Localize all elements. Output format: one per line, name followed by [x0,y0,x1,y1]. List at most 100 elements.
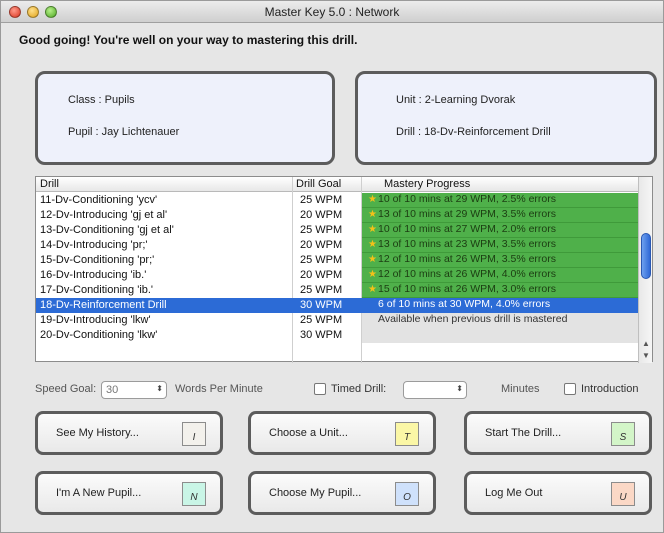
drill-cell: 13-Dv-Conditioning 'gj et al' [40,224,174,236]
table-scrollbar[interactable]: ▲ ▼ [638,177,652,363]
progress-text: 13 of 10 mins at 29 WPM, 3.5% errors [378,208,556,220]
column-header-drill[interactable]: Drill [40,178,59,190]
stepper-arrows-icon[interactable]: ⬍ [456,384,463,393]
unit-line: Unit : 2-Learning Dvorak [396,94,516,106]
introduction-checkbox[interactable] [564,383,576,395]
goal-cell: 25 WPM [300,194,343,206]
title-bar[interactable]: Master Key 5.0 : Network [1,1,663,23]
progress-text: 12 of 10 mins at 26 WPM, 3.5% errors [378,253,556,265]
shortcut-key-badge: U [611,482,635,506]
new-pupil-button[interactable]: I'm A New Pupil... N [35,471,223,515]
scroll-thumb[interactable] [641,233,651,279]
speed-goal-value: 30 [106,384,119,396]
see-history-button[interactable]: See My History... I [35,411,223,455]
progress-cell: Available when previous drill is mastere… [362,313,640,328]
shortcut-key-badge: N [182,482,206,506]
button-label: Start The Drill... [485,427,562,439]
star-icon: ★ [368,284,377,295]
speed-goal-stepper[interactable]: 30 ⬍ [101,381,167,399]
log-out-button[interactable]: Log Me Out U [464,471,652,515]
goal-cell: 20 WPM [300,239,343,251]
introduction-label: Introduction [581,383,639,395]
button-label: I'm A New Pupil... [56,487,142,499]
drill-cell: 17-Dv-Conditioning 'ib.' [40,284,154,296]
star-icon: ★ [368,269,377,280]
timed-drill-label: Timed Drill: [331,383,387,395]
drill-cell: 16-Dv-Introducing 'ib.' [40,269,147,281]
star-icon: ★ [368,239,377,250]
start-drill-button[interactable]: Start The Drill... S [464,411,652,455]
goal-cell: 30 WPM [300,329,343,341]
table-row[interactable]: 19-Dv-Introducing 'lkw' 25 WPM Available… [36,313,640,328]
stepper-arrows-icon[interactable]: ⬍ [156,384,163,393]
pupil-line: Pupil : Jay Lichtenauer [68,126,180,138]
goal-cell: 20 WPM [300,269,343,281]
progress-cell [362,328,640,343]
goal-cell: 20 WPM [300,209,343,221]
shortcut-key-badge: S [611,422,635,446]
progress-text: 10 of 10 mins at 29 WPM, 2.5% errors [378,193,556,205]
progress-text: Available when previous drill is mastere… [378,313,568,325]
choose-unit-button[interactable]: Choose a Unit... T [248,411,436,455]
table-row[interactable]: 12-Dv-Introducing 'gj et al' 20 WPM ★13 … [36,208,640,223]
progress-cell: ★12 of 10 mins at 26 WPM, 4.0% errors [362,268,640,283]
shortcut-key-badge: O [395,482,419,506]
progress-text: 6 of 10 mins at 30 WPM, 4.0% errors [378,298,551,310]
timed-drill-checkbox[interactable] [314,383,326,395]
progress-text: 15 of 10 mins at 26 WPM, 3.0% errors [378,283,556,295]
class-line: Class : Pupils [68,94,135,106]
shortcut-key-badge: T [395,422,419,446]
goal-cell: 25 WPM [300,254,343,266]
star-icon: ★ [368,254,377,265]
table-row[interactable]: 16-Dv-Introducing 'ib.' 20 WPM ★12 of 10… [36,268,640,283]
progress-cell: 6 of 10 mins at 30 WPM, 4.0% errors [362,298,640,313]
progress-text: 12 of 10 mins at 26 WPM, 4.0% errors [378,268,556,280]
button-label: Choose My Pupil... [269,487,362,499]
progress-cell: ★15 of 10 mins at 26 WPM, 3.0% errors [362,283,640,298]
shortcut-key-badge: I [182,422,206,446]
drill-options: Speed Goal: 30 ⬍ Words Per Minute Timed … [35,381,655,399]
button-label: Choose a Unit... [269,427,348,439]
table-row[interactable]: 17-Dv-Conditioning 'ib.' 25 WPM ★15 of 1… [36,283,640,298]
goal-cell: 25 WPM [300,284,343,296]
drill-cell: 19-Dv-Introducing 'lkw' [40,314,151,326]
goal-cell: 25 WPM [300,314,343,326]
column-header-progress[interactable]: Mastery Progress [384,178,470,190]
app-window: Master Key 5.0 : Network Good going! You… [0,0,664,533]
status-message: Good going! You're well on your way to m… [19,33,358,47]
table-rows: 11-Dv-Conditioning 'ycv' 25 WPM ★10 of 1… [36,193,640,343]
progress-text: 13 of 10 mins at 23 WPM, 3.5% errors [378,238,556,250]
minutes-label: Minutes [501,383,540,395]
class-pupil-panel: Class : Pupils Pupil : Jay Lichtenauer [35,71,335,165]
table-row[interactable]: 15-Dv-Conditioning 'pr;' 25 WPM ★12 of 1… [36,253,640,268]
drill-cell: 20-Dv-Conditioning 'lkw' [40,329,158,341]
goal-cell: 25 WPM [300,224,343,236]
speed-goal-label: Speed Goal: [35,383,97,395]
drill-line: Drill : 18-Dv-Reinforcement Drill [396,126,551,138]
table-header: Drill Drill Goal Mastery Progress [36,177,640,192]
column-header-goal[interactable]: Drill Goal [296,178,341,190]
star-icon: ★ [368,209,377,220]
progress-cell: ★13 of 10 mins at 29 WPM, 3.5% errors [362,208,640,223]
progress-text: 10 of 10 mins at 27 WPM, 2.0% errors [378,223,556,235]
drill-cell: 11-Dv-Conditioning 'ycv' [40,194,158,206]
table-row[interactable]: 14-Dv-Introducing 'pr;' 20 WPM ★13 of 10… [36,238,640,253]
drill-cell: 18-Dv-Reinforcement Drill [40,299,167,311]
button-label: See My History... [56,427,139,439]
minutes-stepper[interactable]: ⬍ [403,381,467,399]
table-row[interactable]: 11-Dv-Conditioning 'ycv' 25 WPM ★10 of 1… [36,193,640,208]
table-row-selected[interactable]: 18-Dv-Reinforcement Drill 30 WPM 6 of 10… [36,298,640,313]
drill-cell: 14-Dv-Introducing 'pr;' [40,239,148,251]
drill-table: Drill Drill Goal Mastery Progress 11-Dv-… [35,176,653,363]
star-icon: ★ [368,224,377,235]
window-title: Master Key 5.0 : Network [264,5,400,19]
choose-pupil-button[interactable]: Choose My Pupil... O [248,471,436,515]
progress-cell: ★12 of 10 mins at 26 WPM, 3.5% errors [362,253,640,268]
table-row[interactable]: 13-Dv-Conditioning 'gj et al' 25 WPM ★10… [36,223,640,238]
table-row[interactable]: 20-Dv-Conditioning 'lkw' 30 WPM [36,328,640,343]
wpm-label: Words Per Minute [175,383,263,395]
scroll-down-arrow-icon[interactable]: ▼ [639,351,653,363]
scroll-up-arrow-icon[interactable]: ▲ [639,339,653,351]
progress-cell: ★10 of 10 mins at 29 WPM, 2.5% errors [362,193,640,208]
progress-cell: ★13 of 10 mins at 23 WPM, 3.5% errors [362,238,640,253]
